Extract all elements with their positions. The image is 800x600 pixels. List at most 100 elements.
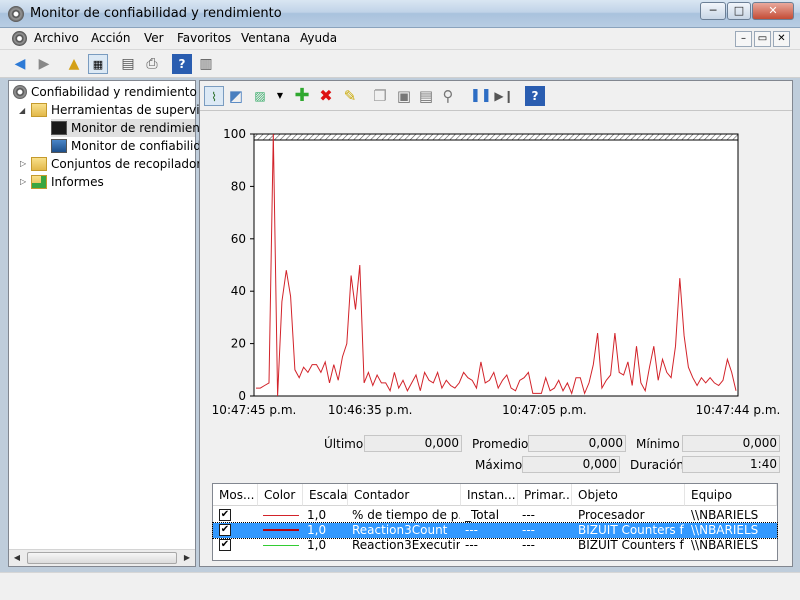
promedio-label: Promedio [472,437,529,451]
menu-ver[interactable]: Ver [144,31,164,45]
parent-cell: --- [522,523,535,537]
update-data-icon[interactable]: ▶❙ [494,86,514,106]
window-title: Monitor de confiabilidad y rendimiento [30,6,282,21]
maximo-label: Máximo [475,458,523,472]
chart-monitor-icon [51,121,67,135]
y-tick-label: 80 [231,179,246,193]
folder-icon [31,103,47,117]
gauge-icon [13,85,27,99]
help-icon[interactable]: ? [172,54,192,74]
print-icon[interactable]: ⎙ [142,54,162,74]
minimize-button[interactable]: ─ [700,2,726,20]
show-tree-icon[interactable]: ▦ [88,54,108,74]
column-header-computer[interactable]: Equipo [685,484,777,506]
duracion-value: 1:40 [682,456,780,473]
up-folder-icon[interactable]: ▲ [64,54,84,74]
system-menu-icon[interactable] [12,31,27,46]
tree-item-reports[interactable]: Informes [31,173,104,191]
scroll-right-arrow-icon[interactable]: ▶ [179,550,195,566]
column-header-object[interactable]: Objeto [572,484,685,506]
help-icon[interactable]: ? [525,86,545,106]
view-current-activity-icon[interactable]: ⌇ [204,86,224,106]
mdi-close-button[interactable]: ✕ [773,31,790,47]
performance-chart: 100 80 60 40 20 010:47:45 p.m. 10:46:35 p.m. 10… [212,127,781,417]
forward-arrow-icon[interactable]: ▶ [34,54,54,74]
tree-item-relmon[interactable]: Monitor de confiabilidad [51,137,216,155]
show-checkbox[interactable]: ✔ [219,509,231,521]
column-header-counter[interactable]: Contador [348,484,461,506]
scale-cell: 1,0 [307,508,327,522]
instance-cell: --- [465,538,478,552]
table-row[interactable]: ✔ 1,0 Reaction3Count --- --- BIZUIT Coun… [212,522,778,539]
tree-item-perfmon[interactable]: Monitor de rendimiento [51,119,212,137]
object-cell: BIZUIT Counters f... [578,523,684,537]
properties-icon[interactable]: ▤ [118,54,138,74]
instance-cell: _Total [465,508,500,522]
y-tick-label: 20 [231,337,246,351]
tree-horizontal-scrollbar[interactable]: ◀ ▶ [9,549,195,566]
column-header-instance[interactable]: Instan... [461,484,518,506]
menu-ayuda[interactable]: Ayuda [300,31,337,45]
collapse-icon[interactable]: ◢ [19,106,25,115]
line-graph: 100 80 60 40 20 0 10:47:45 p.m. 10:46:35 p.m. 10… [200,112,792,462]
show-checkbox[interactable]: ✔ [219,524,231,536]
back-arrow-icon[interactable]: ◀ [10,54,30,74]
menu-ventana[interactable]: Ventana [241,31,290,45]
computer-cell: \\NBARIELS [691,508,759,522]
paste-counter-list-icon[interactable]: ▣ [394,86,414,106]
minimo-label: Mínimo [636,437,680,451]
report-folder-icon [31,175,47,189]
copy-properties-icon[interactable]: ❐ [370,86,390,106]
navigation-tree: Confiabilidad y rendimiento ◢ Herramient… [8,80,271,567]
menu-favoritos[interactable]: Favoritos [177,31,231,45]
expand-icon[interactable]: ▷ [20,177,26,186]
performance-monitor-pane: ⌇ ◩ ▨ ▼ ✚ ✖ ✎ ❐ ▣ ▤ ⚲ ❚❚ ▶❙ ? 100 80 60 40 2… [199,80,793,567]
menu-accion[interactable]: Acción [91,31,130,45]
counter-list: Mos... Color Escala Contador Instan... P… [212,483,778,561]
scroll-left-arrow-icon[interactable]: ◀ [9,550,25,566]
scale-cell: 1,0 [307,538,327,552]
counter-cell: Reaction3Executing [352,538,460,552]
delete-counter-icon[interactable]: ✖ [316,86,336,106]
object-cell: Procesador [578,508,645,522]
show-action-pane-icon[interactable]: ▥ [196,54,216,74]
table-row[interactable]: ✔ 1,0 Reaction3Executing --- --- BIZUIT … [213,538,777,553]
maximize-button[interactable]: □ [727,2,751,20]
menu-archivo[interactable]: Archivo [34,31,79,45]
scroll-thumb[interactable] [27,552,177,564]
x-tick-label: 10:46:35 p.m. [328,403,413,417]
column-header-parent[interactable]: Primar... [518,484,572,506]
column-header-scale[interactable]: Escala [303,484,348,506]
hatched-top-band [253,133,739,141]
table-row[interactable]: ✔ 1,0 % de tiempo de p... _Total --- Pro… [213,508,777,523]
main-toolbar: ◀ ▶ ▲ ▦ ▤ ⎙ ? ▥ [0,50,800,78]
duracion-label: Duración [630,458,685,472]
series-color-swatch [263,529,299,531]
pause-icon[interactable]: ❚❚ [470,86,492,106]
close-button[interactable]: ✕ [752,2,794,20]
counter-cell: % de tiempo de p... [352,508,460,522]
add-counter-icon[interactable]: ✚ [292,86,312,106]
properties-icon[interactable]: ▤ [416,86,436,106]
change-graph-type-icon[interactable]: ▨ [250,86,270,106]
column-header-show[interactable]: Mos... [213,484,258,506]
zoom-icon[interactable]: ⚲ [438,86,458,106]
computer-cell: \\NBARIELS [691,538,759,552]
mdi-restore-button[interactable]: ▭ [754,31,771,47]
show-checkbox[interactable]: ✔ [219,539,231,551]
graph-type-dropdown-icon[interactable]: ▼ [270,86,290,106]
highlight-icon[interactable]: ✎ [340,86,360,106]
folder-icon [31,157,47,171]
y-tick-label: 40 [231,284,246,298]
mdi-minimize-button[interactable]: – [735,31,752,47]
counter-cell: Reaction3Count [352,523,448,537]
ultimo-value: 0,000 [364,435,462,452]
expand-icon[interactable]: ▷ [20,159,26,168]
parent-cell: --- [522,508,535,522]
view-log-data-icon[interactable]: ◩ [226,86,246,106]
tree-item-root[interactable]: Confiabilidad y rendimiento [13,83,197,101]
tree-item-tools[interactable]: Herramientas de supervisión [31,101,224,119]
x-tick-label: 10:47:45 p.m. [212,403,297,417]
column-header-color[interactable]: Color [258,484,303,506]
y-tick-label: 100 [223,127,246,141]
